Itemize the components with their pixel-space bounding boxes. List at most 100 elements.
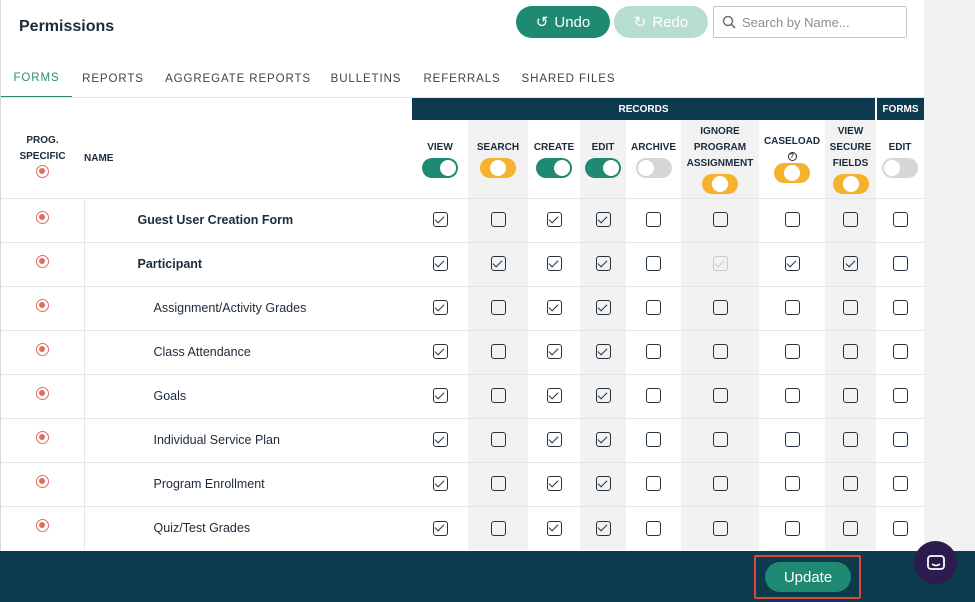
prog-specific-target-icon[interactable] [35,387,49,400]
update-button[interactable]: Update [765,562,851,592]
permission-checkbox[interactable] [712,520,728,536]
permission-checkbox[interactable] [595,388,611,404]
permission-checkbox[interactable] [490,432,506,448]
permission-checkbox[interactable] [784,344,800,360]
permission-checkbox[interactable] [712,300,728,316]
permission-checkbox[interactable] [546,212,562,228]
permission-checkbox[interactable] [546,520,562,536]
permission-checkbox[interactable] [892,476,908,492]
permission-checkbox[interactable] [432,300,448,316]
permission-checkbox[interactable] [646,520,661,536]
tab-shared-files[interactable]: SHARED FILES [516,60,621,98]
permission-checkbox[interactable] [646,476,661,492]
prog-specific-target-icon[interactable] [35,343,49,356]
permission-checkbox[interactable] [843,476,858,492]
permission-checkbox[interactable] [432,388,448,404]
permission-checkbox[interactable] [892,520,908,536]
permission-checkbox[interactable] [712,476,728,492]
column-toggle[interactable] [635,157,672,178]
permission-checkbox[interactable] [490,344,506,360]
permission-checkbox[interactable] [646,388,661,404]
permission-checkbox[interactable] [432,476,448,492]
tab-aggregate-reports[interactable]: AGGREGATE REPORTS [161,60,315,98]
permission-checkbox[interactable] [784,256,800,272]
permission-checkbox[interactable] [490,300,506,316]
permission-checkbox[interactable] [712,388,728,404]
permission-checkbox[interactable] [646,212,661,228]
permission-checkbox[interactable] [892,388,908,404]
permission-checkbox[interactable] [432,344,448,360]
permission-checkbox[interactable] [843,344,858,360]
tab-bulletins[interactable]: BULLETINS [326,60,406,98]
prog-specific-target-icon[interactable] [35,255,49,268]
permission-checkbox[interactable] [432,212,448,228]
permission-checkbox[interactable] [546,256,562,272]
permission-checkbox[interactable] [546,388,562,404]
redo-button[interactable]: ↻ Redo [614,6,708,38]
permission-checkbox[interactable] [646,344,661,360]
permission-checkbox[interactable] [843,520,858,536]
permission-checkbox[interactable] [892,300,908,316]
search-box[interactable] [713,6,907,38]
column-toggle[interactable] [585,157,621,178]
permission-checkbox[interactable] [892,344,908,360]
permission-checkbox[interactable] [595,432,611,448]
permission-checkbox[interactable] [595,476,611,492]
permission-checkbox[interactable] [843,256,858,272]
help-icon[interactable]: ? [787,152,797,162]
tab-reports[interactable]: REPORTS [75,60,151,98]
permission-checkbox[interactable] [595,300,611,316]
permission-checkbox[interactable] [712,344,728,360]
permission-checkbox[interactable] [784,300,800,316]
permission-checkbox[interactable] [843,388,858,404]
chat-launcher[interactable] [914,541,957,584]
prog-specific-target-icon[interactable] [35,299,49,312]
column-toggle[interactable] [480,157,516,178]
permission-checkbox[interactable] [546,476,562,492]
column-toggle[interactable] [832,173,869,194]
permission-checkbox[interactable] [490,476,506,492]
undo-button[interactable]: ↺ Undo [516,6,610,38]
prog-specific-target-icon[interactable] [36,165,49,179]
permission-checkbox[interactable] [843,432,858,448]
permission-checkbox[interactable] [784,212,800,228]
permission-checkbox[interactable] [546,432,562,448]
permission-checkbox[interactable] [892,432,908,448]
permission-checkbox[interactable] [546,300,562,316]
permission-checkbox[interactable] [784,388,800,404]
permission-checkbox[interactable] [595,520,611,536]
permission-checkbox[interactable] [490,256,506,272]
permission-checkbox[interactable] [892,256,908,272]
permission-checkbox[interactable] [646,256,661,272]
permission-checkbox[interactable] [843,300,858,316]
permission-checkbox[interactable] [432,432,448,448]
column-toggle[interactable] [422,157,458,178]
column-toggle[interactable] [882,157,919,178]
permission-checkbox[interactable] [490,520,506,536]
permission-checkbox[interactable] [546,344,562,360]
prog-specific-target-icon[interactable] [35,519,49,533]
permission-checkbox[interactable] [490,388,506,404]
permission-checkbox[interactable] [784,520,800,536]
column-toggle[interactable] [702,173,738,194]
column-toggle[interactable] [536,157,572,178]
permission-checkbox[interactable] [646,432,661,448]
permission-checkbox[interactable] [595,344,611,360]
prog-specific-target-icon[interactable] [35,475,49,488]
permission-checkbox[interactable] [712,212,728,228]
prog-specific-target-icon[interactable] [35,431,49,444]
tab-forms[interactable]: FORMS [1,60,72,98]
permission-checkbox[interactable] [784,432,800,448]
permission-checkbox[interactable] [595,256,611,272]
tab-referrals[interactable]: REFERRALS [418,60,506,98]
permission-checkbox[interactable] [432,520,448,536]
column-toggle[interactable] [774,163,810,184]
permission-checkbox[interactable] [784,476,800,492]
permission-checkbox[interactable] [490,212,506,228]
permission-checkbox[interactable] [892,212,908,228]
prog-specific-target-icon[interactable] [35,211,49,224]
search-input[interactable] [742,14,902,30]
permission-checkbox[interactable] [595,212,611,228]
permission-checkbox[interactable] [432,256,448,272]
permission-checkbox[interactable] [843,212,858,228]
